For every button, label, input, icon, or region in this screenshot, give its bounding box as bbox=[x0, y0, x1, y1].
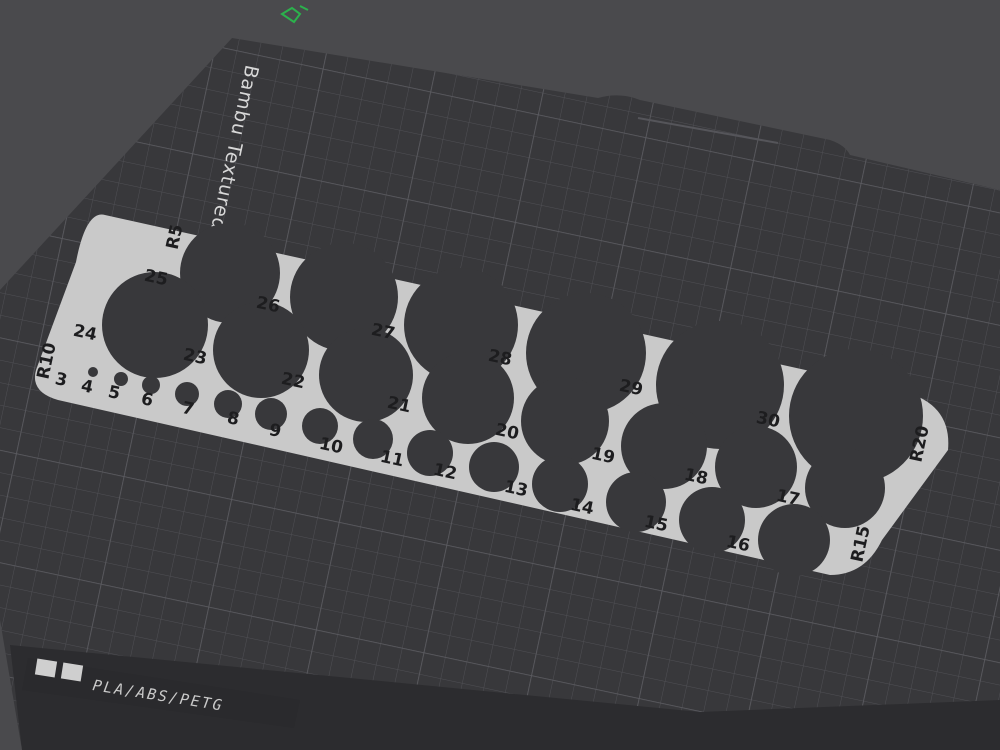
plate-type-icon bbox=[60, 662, 84, 682]
bambu-logo-icon bbox=[34, 658, 58, 678]
3d-viewport[interactable]: Bambu Textured PEI Plate PLA/ABS/PETG 3 … bbox=[0, 0, 1000, 750]
